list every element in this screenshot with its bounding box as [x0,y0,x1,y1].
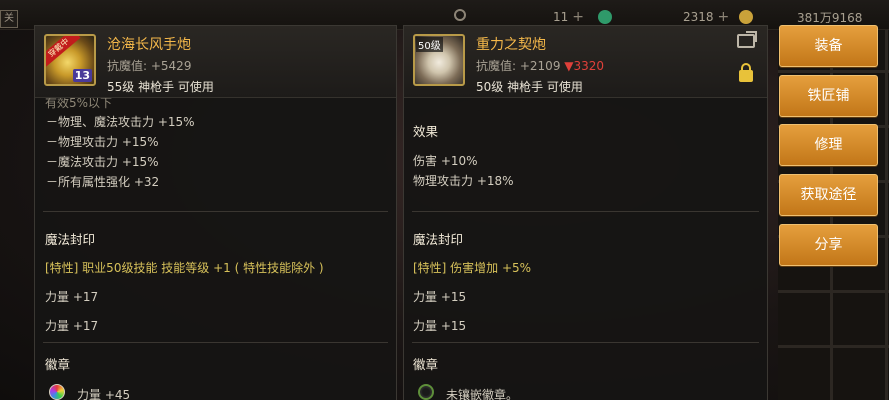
divider [43,211,388,212]
seal-stat: 力量 +17 [45,319,99,333]
share-button[interactable]: 分享 [779,224,878,266]
magic-seal-title: 魔法封印 [413,232,464,247]
gravity-cannon-icon: 50级 [413,34,465,86]
emblem-title: 徽章 [45,357,71,372]
seal-stat: 力量 +15 [413,319,467,333]
resource-3-value: 381万9168 [797,11,863,25]
emblem-empty-text: 未镶嵌徽章。 [446,388,519,400]
level-requirement: 50级 神枪手 可使用 [476,80,583,94]
equipped-item-header: 穿戴中 13 沧海长风手炮 抗魔值: +5429 55级 神枪手 可使用 [35,26,396,98]
divider [43,342,388,343]
compare-item-header: 50级 重力之契炮 抗魔值: +2109 ▼3320 50级 神枪手 可使用 [404,26,767,98]
stat-line: －物理攻击力 +15% [46,135,159,149]
resource-1-plus-icon[interactable]: + [572,9,584,25]
repair-button[interactable]: 修理 [779,124,878,166]
gold-coin-icon [739,10,754,24]
compare-item-tooltip: 50级 重力之契炮 抗魔值: +2109 ▼3320 50级 神枪手 可使用 效… [403,25,768,400]
level-requirement: 55级 神枪手 可使用 [107,80,214,94]
equipped-item-tooltip: 有效5%以下 穿戴中 13 沧海长风手炮 抗魔值: +5429 55级 神枪手 … [34,25,397,400]
resource-1-value: 11 [553,10,569,24]
seal-stat: 力量 +15 [413,290,467,304]
stat-line: －魔法攻击力 +15% [46,155,159,169]
resource-2-value: 2318 [683,10,714,24]
stat-line: －所有属性强化 +32 [46,175,160,189]
enhance-level-badge: 13 [72,69,92,82]
divider [412,211,759,212]
effect-title: 效果 [413,124,439,139]
magic-seal-title: 魔法封印 [45,232,96,247]
acquire-route-button[interactable]: 获取途径 [779,174,878,216]
corner-tab[interactable]: 关 [0,10,18,28]
emblem-stat: 力量 +45 [77,388,131,400]
resource-1 [454,9,466,21]
seal-feature: [特性] 伤害增加 +5% [413,261,532,275]
hand-cannon-icon: 穿戴中 13 [44,34,96,86]
item-name: 沧海长风手炮 [107,37,191,53]
stat-line: －物理、魔法攻击力 +15% [46,115,195,129]
green-gem-icon [598,10,613,24]
emblem-title: 徽章 [413,357,439,372]
effect-line: 物理攻击力 +18% [413,174,514,188]
resource-2-plus-icon[interactable]: + [718,9,730,25]
equip-button[interactable]: 装备 [779,25,878,67]
resource-2: 2318 + [683,9,754,25]
item-name: 重力之契炮 [476,37,546,53]
seal-feature: [特性] 职业50级技能 技能等级 +1 ( 特性技能除外 ) [45,261,324,275]
divider [412,342,759,343]
resist-base: 抗魔值: +2109 [476,59,561,73]
resource-1-count: 11 + [553,9,613,25]
resource-3: 381万9168 [797,9,862,26]
lock-icon[interactable] [739,63,753,82]
blacksmith-button[interactable]: 铁匠铺 [779,75,878,117]
empty-emblem-slot-icon [418,384,434,400]
resist-value: 抗魔值: +5429 [107,59,192,73]
item-level-tag: 50级 [416,37,443,52]
resist-diff: ▼3320 [564,59,605,73]
emblem-gem-icon [49,384,65,400]
seal-stat: 力量 +17 [45,290,99,304]
share-icon[interactable] [737,34,755,48]
resist-value: 抗魔值: +2109 ▼3320 [476,57,604,74]
equipped-ribbon: 穿戴中 [46,36,81,68]
coin-c-icon [454,9,466,21]
effect-line: 伤害 +10% [413,154,478,168]
